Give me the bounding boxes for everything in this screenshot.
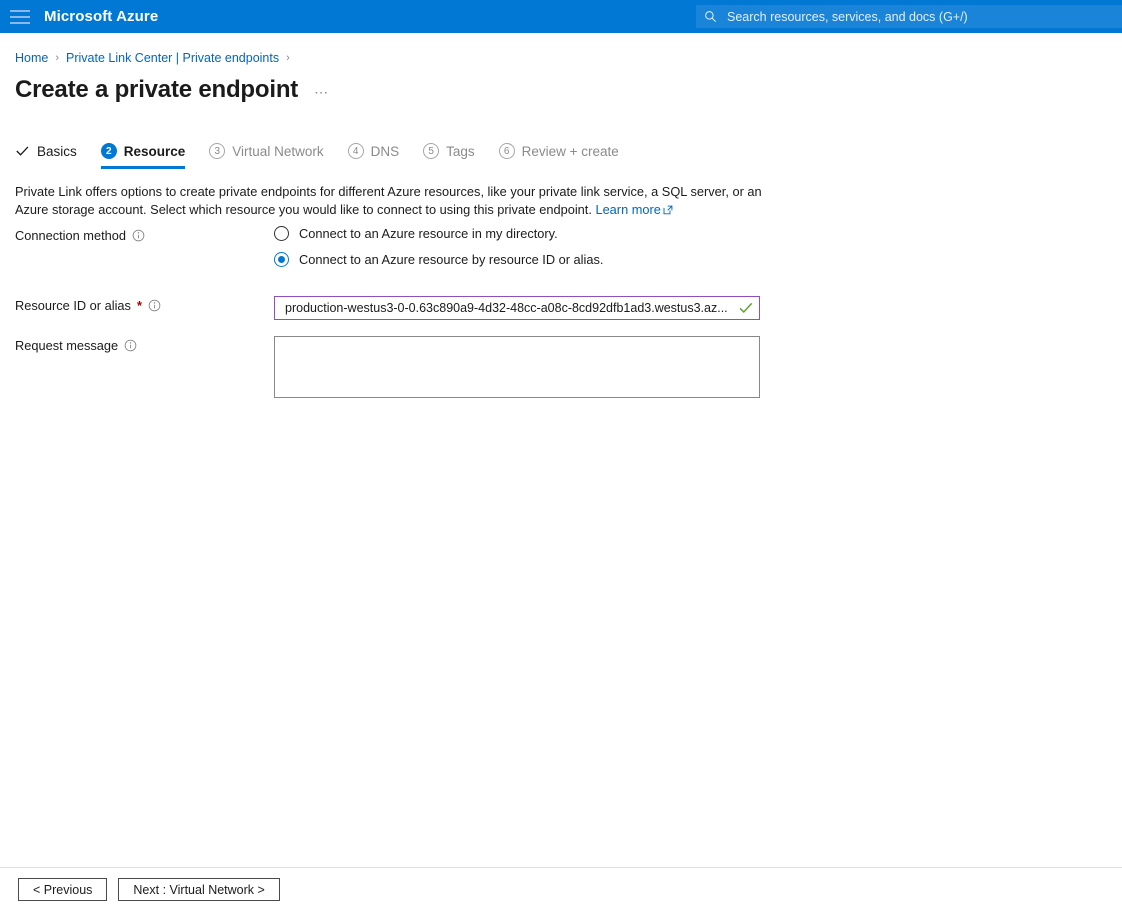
tab-dns-label: DNS	[371, 144, 400, 159]
validation-check-icon	[739, 302, 753, 314]
external-link-icon	[663, 205, 673, 215]
tab-dns-number: 4	[348, 143, 364, 159]
resource-id-label: Resource ID or alias	[15, 298, 131, 313]
tab-virtual-network-number: 3	[209, 143, 225, 159]
tab-resource[interactable]: 2 Resource	[101, 139, 186, 169]
search-icon	[704, 10, 717, 23]
page-header: Create a private endpoint ⋯	[15, 76, 1122, 104]
next-button[interactable]: Next : Virtual Network >	[118, 878, 279, 901]
tab-resource-label: Resource	[124, 144, 186, 159]
search-input[interactable]	[725, 9, 1122, 25]
field-request-message: Request message	[15, 336, 1122, 398]
tab-virtual-network-label: Virtual Network	[232, 144, 323, 159]
radio-connect-resource-id-control[interactable]	[274, 252, 289, 267]
connection-method-options: Connect to an Azure resource in my direc…	[274, 226, 603, 267]
check-icon	[15, 144, 30, 158]
radio-connect-directory-label: Connect to an Azure resource in my direc…	[299, 226, 558, 241]
tab-dns[interactable]: 4 DNS	[348, 139, 400, 169]
more-actions-button[interactable]: ⋯	[314, 84, 330, 101]
breadcrumb-item-home[interactable]: Home	[15, 51, 48, 65]
wizard-footer: < Previous Next : Virtual Network >	[0, 867, 1122, 911]
tab-tags-number: 5	[423, 143, 439, 159]
section-description: Private Link offers options to create pr…	[15, 183, 763, 218]
resource-form: Connection method Connect to an Azure re…	[15, 226, 1122, 398]
field-connection-method: Connection method Connect to an Azure re…	[15, 226, 1122, 267]
tab-tags[interactable]: 5 Tags	[423, 139, 475, 169]
resource-id-input[interactable]	[283, 300, 735, 316]
tab-tags-label: Tags	[446, 144, 475, 159]
radio-connect-directory[interactable]: Connect to an Azure resource in my direc…	[274, 226, 603, 241]
tab-resource-number: 2	[101, 143, 117, 159]
request-message-label-cell: Request message	[15, 336, 274, 353]
breadcrumb-separator-icon: ›	[55, 52, 59, 64]
radio-connect-resource-id[interactable]: Connect to an Azure resource by resource…	[274, 252, 603, 267]
tab-basics-label: Basics	[37, 144, 77, 159]
tab-virtual-network[interactable]: 3 Virtual Network	[209, 139, 323, 169]
wizard-tabs: Basics 2 Resource 3 Virtual Network 4 DN…	[15, 139, 1122, 169]
resource-id-label-cell: Resource ID or alias *	[15, 296, 274, 313]
breadcrumb: Home › Private Link Center | Private end…	[15, 51, 1122, 65]
connection-method-label: Connection method	[15, 228, 126, 243]
request-message-label: Request message	[15, 338, 118, 353]
tab-basics[interactable]: Basics	[15, 139, 77, 169]
tab-review-create-number: 6	[499, 143, 515, 159]
info-icon[interactable]	[148, 299, 161, 312]
resource-id-input-wrapper[interactable]	[274, 296, 760, 320]
azure-brand-label[interactable]: Microsoft Azure	[44, 8, 158, 25]
page-title: Create a private endpoint	[15, 76, 298, 104]
previous-button[interactable]: < Previous	[18, 878, 107, 901]
tab-review-create-label: Review + create	[522, 144, 619, 159]
request-message-textarea[interactable]	[274, 336, 760, 398]
global-search-box[interactable]	[696, 5, 1122, 28]
breadcrumb-separator-icon-2: ›	[286, 52, 290, 64]
breadcrumb-item-private-link-center[interactable]: Private Link Center | Private endpoints	[66, 51, 279, 65]
hamburger-icon[interactable]	[10, 10, 30, 24]
radio-connect-directory-control[interactable]	[274, 226, 289, 241]
radio-connect-resource-id-label: Connect to an Azure resource by resource…	[299, 252, 603, 267]
required-indicator: *	[137, 298, 142, 313]
info-icon[interactable]	[132, 229, 145, 242]
learn-more-link[interactable]: Learn more	[595, 202, 660, 217]
connection-method-label-cell: Connection method	[15, 226, 274, 243]
top-navigation-bar: Microsoft Azure	[0, 0, 1122, 33]
tab-review-create[interactable]: 6 Review + create	[499, 139, 619, 169]
field-resource-id: Resource ID or alias *	[15, 296, 1122, 320]
info-icon[interactable]	[124, 339, 137, 352]
